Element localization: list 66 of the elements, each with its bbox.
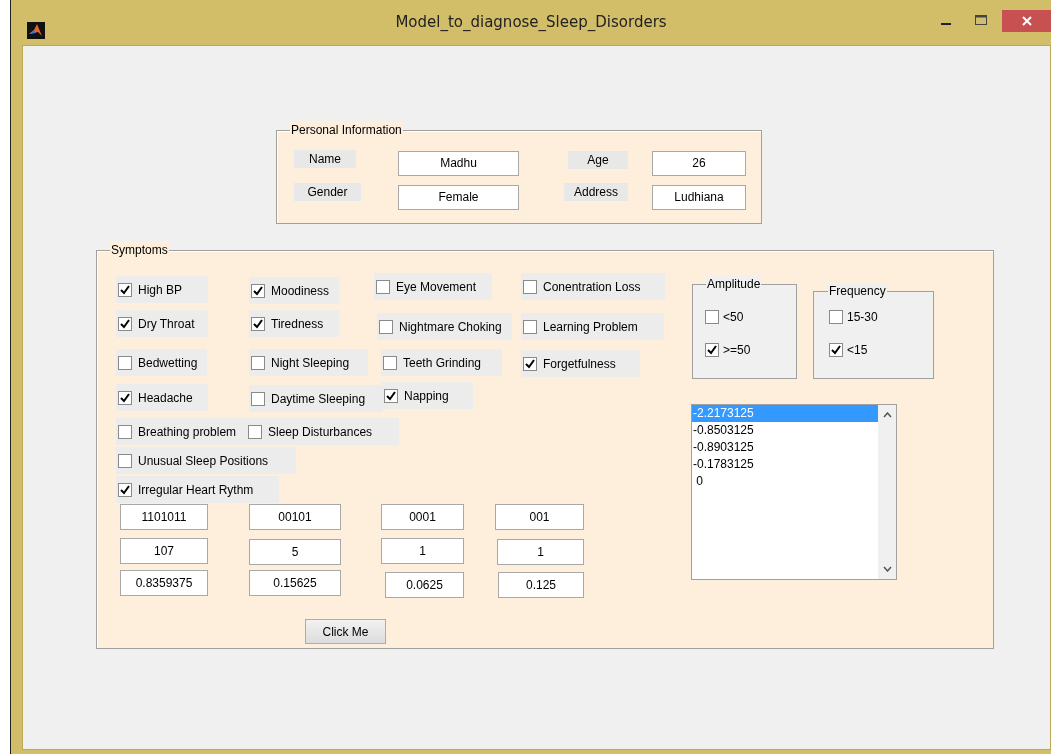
panel-title: Symptoms: [110, 242, 169, 258]
input-field[interactable]: 001: [495, 504, 584, 530]
checkbox[interactable]: [383, 355, 397, 370]
input-field[interactable]: Madhu: [398, 151, 519, 176]
field-label: Age: [568, 151, 628, 169]
checkbox-label[interactable]: <50: [723, 308, 744, 326]
checkbox-label[interactable]: >=50: [723, 341, 751, 359]
list-box[interactable]: -2.2173125 -0.8503125 -0.8903125 -0.1783125 0: [691, 404, 897, 580]
checkbox[interactable]: [251, 283, 265, 298]
checkbox[interactable]: [523, 356, 537, 371]
group-title: Frequency: [828, 283, 887, 299]
input-field[interactable]: 26: [652, 151, 746, 176]
checkbox[interactable]: [251, 355, 265, 370]
field-label: Gender: [294, 183, 361, 201]
list-item[interactable]: -0.8503125: [692, 422, 878, 439]
input-field[interactable]: 0001: [381, 504, 464, 530]
checkbox[interactable]: [705, 343, 719, 357]
checkbox[interactable]: [118, 390, 132, 405]
input-field[interactable]: Ludhiana: [652, 185, 746, 210]
scroll-up-icon[interactable]: [883, 412, 892, 418]
app-icon: [27, 22, 45, 39]
checkbox[interactable]: [384, 388, 398, 403]
checkbox[interactable]: [118, 453, 132, 468]
window-title: Model_to_diagnose_Sleep_Disorders: [395, 12, 667, 34]
checkbox[interactable]: [376, 279, 390, 294]
input-field[interactable]: 1: [381, 538, 464, 564]
input-field[interactable]: 0.0625: [385, 572, 464, 598]
input-field[interactable]: Female: [398, 185, 519, 210]
checkbox[interactable]: [705, 310, 719, 324]
list-item[interactable]: 0: [692, 473, 878, 490]
scrollbar[interactable]: [878, 405, 896, 579]
input-field[interactable]: 0.15625: [249, 570, 341, 596]
input-field[interactable]: 1101011: [120, 504, 208, 530]
input-field[interactable]: 00101: [249, 504, 341, 530]
list-item[interactable]: -0.1783125: [692, 456, 878, 473]
checkbox[interactable]: [118, 282, 132, 297]
checkbox[interactable]: [829, 343, 843, 357]
close-button[interactable]: [1002, 10, 1051, 32]
input-field[interactable]: 0.125: [498, 572, 584, 598]
checkbox[interactable]: [118, 424, 132, 439]
input-field[interactable]: 0.8359375: [120, 570, 208, 596]
checkbox[interactable]: [829, 310, 843, 324]
input-field[interactable]: 5: [249, 539, 341, 565]
maximize-button[interactable]: [974, 14, 988, 26]
checkbox[interactable]: [118, 482, 132, 497]
click-me-button[interactable]: Click Me: [305, 619, 386, 644]
input-field[interactable]: 107: [120, 538, 208, 564]
checkbox[interactable]: [251, 391, 265, 406]
checkbox[interactable]: [379, 319, 393, 334]
checkbox[interactable]: [248, 424, 262, 439]
checkbox-label[interactable]: 15-30: [847, 308, 878, 326]
maximize-icon: [975, 15, 987, 25]
input-field[interactable]: 1: [497, 539, 584, 565]
checkbox-label[interactable]: <15: [847, 341, 868, 359]
checkbox[interactable]: [523, 279, 537, 294]
checkbox[interactable]: [118, 355, 132, 370]
close-icon: [1022, 16, 1032, 26]
field-label: Name: [294, 150, 356, 168]
scroll-down-icon[interactable]: [883, 566, 892, 572]
checkbox[interactable]: [523, 319, 537, 334]
field-label: Address: [564, 183, 628, 201]
checkbox[interactable]: [251, 316, 265, 331]
checkbox[interactable]: [118, 316, 132, 331]
group-title: Amplitude: [706, 276, 762, 292]
minimize-icon: [941, 22, 951, 26]
list-item[interactable]: -0.8903125: [692, 439, 878, 456]
